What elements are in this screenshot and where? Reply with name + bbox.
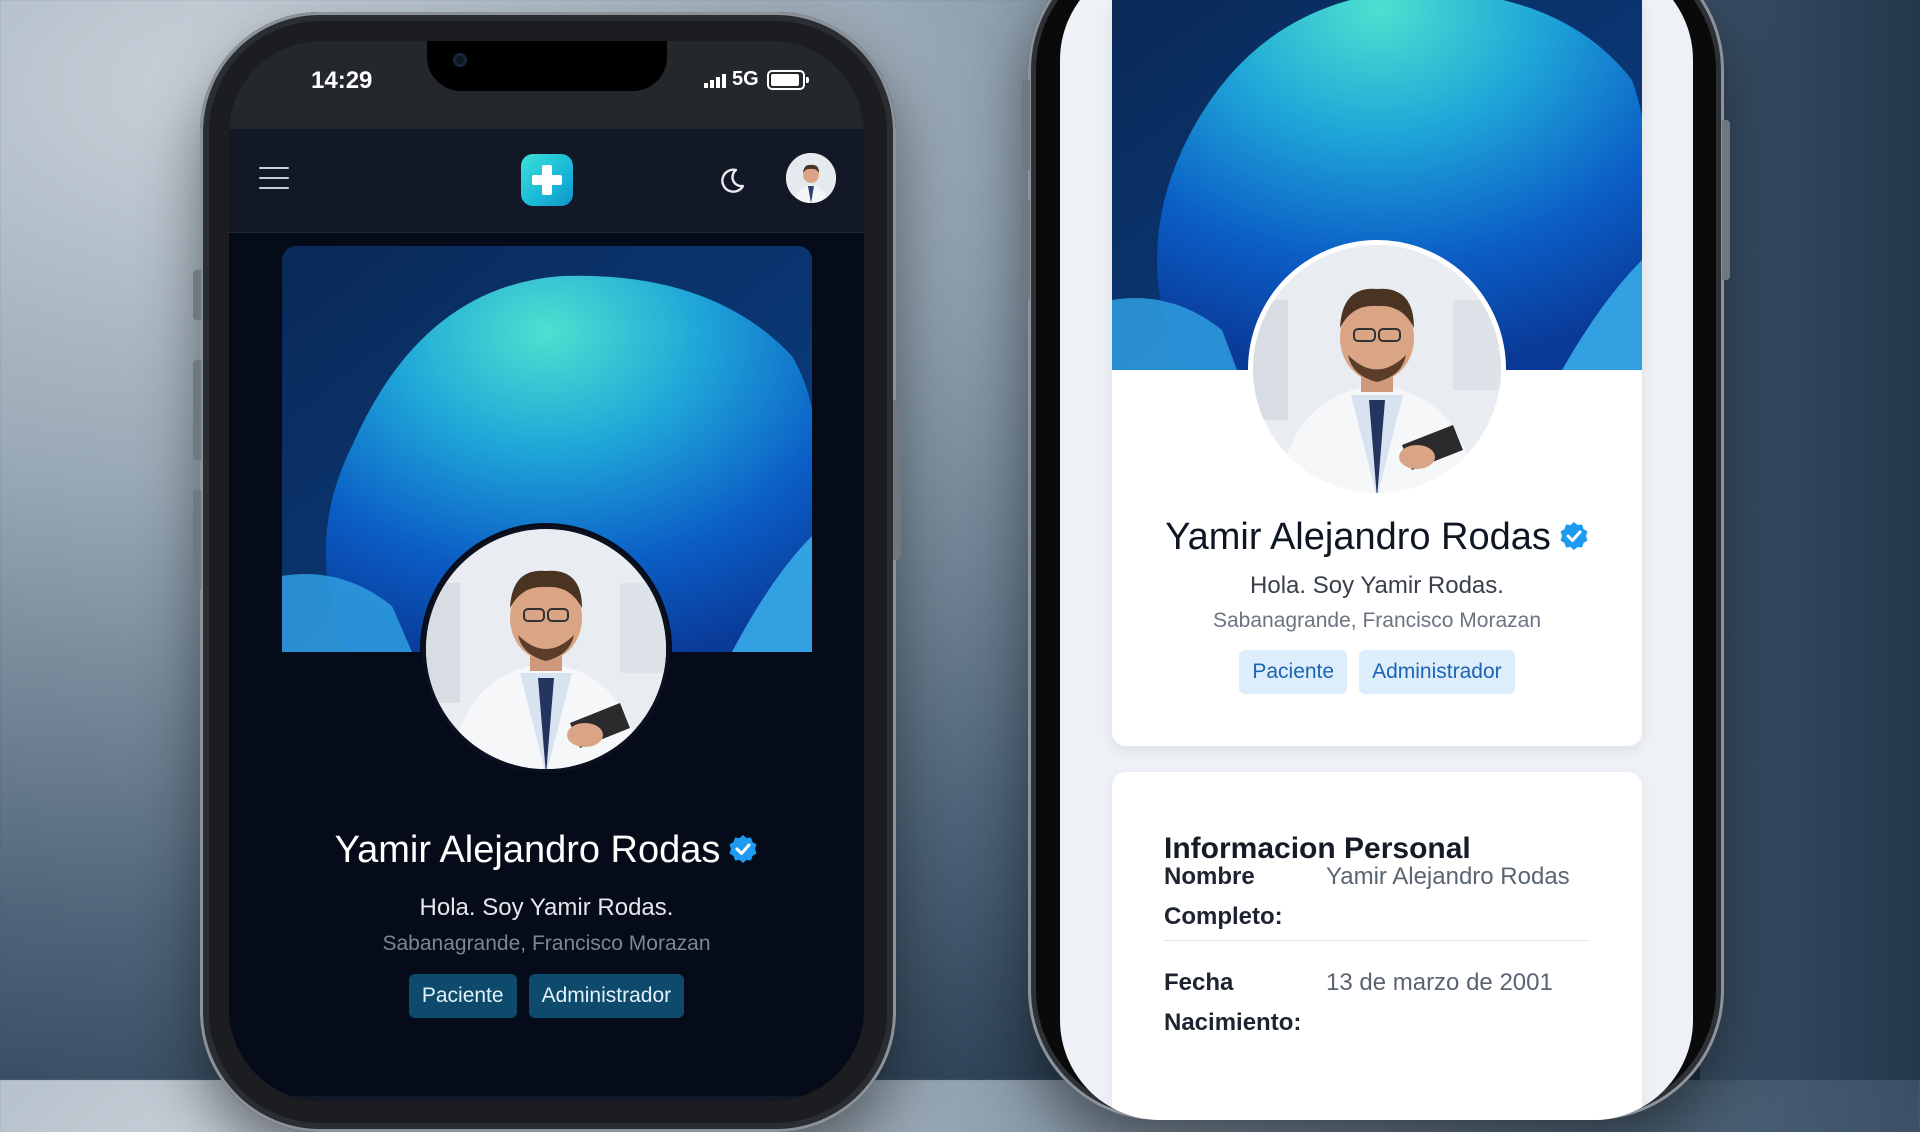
status-bar: 14:29 5G — [229, 41, 864, 129]
profile-photo — [420, 523, 672, 775]
tag-paciente[interactable]: Paciente — [408, 974, 517, 1018]
info-label: Fecha Nacimiento: — [1164, 969, 1302, 1036]
front-camera — [453, 53, 467, 67]
personal-info-card: Informacion Personal Nombre Completo: Ya… — [1112, 772, 1642, 1120]
dark-mode-screen: 14:29 5G Yamir Alejandro Rodas Hola. Soy… — [229, 41, 864, 1101]
network-label: 5G — [732, 68, 759, 90]
user-avatar[interactable] — [786, 153, 836, 203]
info-card-partial — [282, 1096, 812, 1101]
volume-up-button — [1022, 80, 1030, 170]
profile-name: Yamir Alejandro Rodas — [229, 829, 864, 872]
divider — [1164, 940, 1589, 941]
volume-down-button — [193, 490, 201, 590]
signal-icon — [704, 74, 726, 88]
power-button — [893, 400, 901, 560]
moon-icon[interactable] — [717, 166, 747, 196]
verified-badge-icon — [1560, 521, 1588, 550]
role-tags: Paciente Administrador — [229, 974, 864, 1018]
profile-name: Yamir Alejandro Rodas — [1112, 516, 1642, 559]
light-mode-screen: Yamir Alejandro Rodas Hola. Soy Yamir Ro… — [1060, 0, 1693, 1120]
profile-card: Yamir Alejandro Rodas Hola. Soy Yamir Ro… — [1112, 0, 1642, 746]
profile-location: Sabanagrande, Francisco Morazan — [1212, 609, 1542, 632]
tag-paciente[interactable]: Paciente — [1239, 650, 1348, 694]
status-time: 14:29 — [311, 67, 373, 94]
verified-badge-icon — [729, 834, 757, 863]
tag-administrador[interactable]: Administrador — [528, 974, 685, 1018]
profile-location: Sabanagrande, Francisco Morazan — [382, 932, 711, 955]
power-button — [1722, 120, 1730, 280]
volume-down-button — [1022, 200, 1030, 300]
profile-bio: Hola. Soy Yamir Rodas. — [419, 894, 674, 921]
tag-administrador[interactable]: Administrador — [1359, 650, 1515, 694]
info-label: Nombre Completo: — [1164, 863, 1283, 930]
background-right — [1700, 0, 1920, 1080]
battery-icon — [767, 70, 809, 90]
hamburger-menu-icon[interactable] — [259, 167, 289, 189]
volume-up-button — [193, 360, 201, 460]
profile-photo — [1248, 240, 1506, 498]
info-value: Yamir Alejandro Rodas — [1326, 863, 1570, 890]
notch — [427, 41, 667, 91]
side-button — [193, 270, 201, 320]
top-navbar — [229, 129, 864, 233]
profile-bio: Hola. Soy Yamir Rodas. — [1250, 572, 1504, 599]
role-tags: Paciente Administrador — [1112, 650, 1642, 694]
info-value: 13 de marzo de 2001 — [1326, 969, 1553, 996]
app-logo-icon[interactable] — [521, 154, 573, 206]
